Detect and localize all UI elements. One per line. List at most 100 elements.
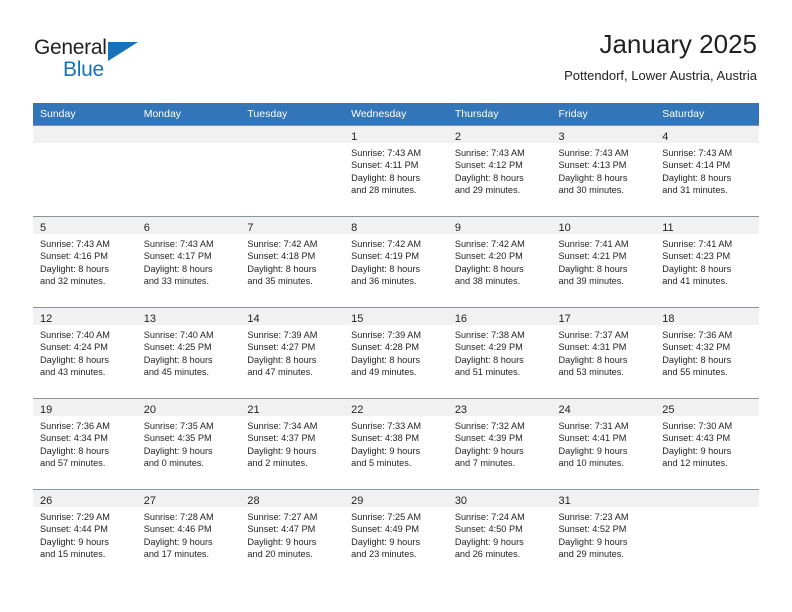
day-detail-line: Sunrise: 7:43 AM <box>558 148 629 158</box>
calendar-day-cell[interactable]: 2 Sunrise: 7:43 AM Sunset: 4:12 PM Daylight… <box>447 125 552 217</box>
day-number: 22 <box>351 404 364 416</box>
day-number-band: 20 <box>136 399 241 416</box>
day-detail-line: and 57 minutes. <box>40 458 106 469</box>
day-detail-line: Sunrise: 7:41 AM <box>558 239 629 249</box>
calendar-day-cell[interactable]: 24 Sunrise: 7:31 AM Sunset: 4:41 PM Dayligh… <box>551 398 656 490</box>
calendar-day-cell[interactable]: 3 Sunrise: 7:43 AM Sunset: 4:13 PM Daylight… <box>551 125 656 217</box>
day-detail-line: Sunset: 4:44 PM <box>40 524 108 535</box>
day-number-band <box>240 126 345 143</box>
calendar-day-cell[interactable]: 15 Sunrise: 7:39 AM Sunset: 4:28 PM Dayligh… <box>344 307 448 399</box>
day-number: 30 <box>454 495 468 507</box>
weekday-header-wednesday: Wednesday <box>344 103 448 126</box>
calendar-day-cell[interactable]: 14 Sunrise: 7:39 AM Sunset: 4:27 PM Dayligh… <box>240 307 345 399</box>
calendar-page: General Blue January 2025 Pottendorf, Lo… <box>0 0 792 612</box>
calendar-day-cell[interactable]: 27 Sunrise: 7:28 AM Sunset: 4:46 PM Dayligh… <box>136 489 241 580</box>
day-detail-line: Sunset: 4:14 PM <box>662 160 731 171</box>
day-number-band: 5 <box>33 217 137 234</box>
day-detail-line: Daylight: 8 hours <box>143 263 213 274</box>
day-number-band: 27 <box>136 490 241 507</box>
day-detail-line: Sunrise: 7:42 AM <box>351 239 422 249</box>
day-number: 16 <box>454 313 468 325</box>
calendar-day-cell[interactable]: 17 Sunrise: 7:37 AM Sunset: 4:31 PM Dayligh… <box>551 307 656 399</box>
day-detail-line: Daylight: 8 hours <box>351 172 421 183</box>
day-detail-line: Sunset: 4:35 PM <box>143 433 212 444</box>
calendar-day-cell[interactable]: 11 Sunrise: 7:41 AM Sunset: 4:23 PM Dayligh… <box>655 216 759 308</box>
day-detail-line: Sunrise: 7:29 AM <box>40 512 110 522</box>
day-detail-line: Daylight: 8 hours <box>143 354 213 365</box>
calendar-day-cell[interactable]: 7 Sunrise: 7:42 AM Sunset: 4:18 PM Daylight… <box>240 216 345 308</box>
calendar-day-cell[interactable]: 8 Sunrise: 7:42 AM Sunset: 4:19 PM Daylight… <box>344 216 448 308</box>
day-details: Sunrise: 7:24 AM Sunset: 4:50 PM Daylight:… <box>448 507 552 561</box>
calendar-day-cell[interactable]: 31 Sunrise: 7:23 AM Sunset: 4:52 PM Dayligh… <box>551 489 656 580</box>
calendar-day-cell[interactable]: 9 Sunrise: 7:42 AM Sunset: 4:20 PM Daylight… <box>447 216 552 308</box>
day-detail-line: Sunset: 4:43 PM <box>662 433 731 444</box>
day-detail-line: and 49 minutes. <box>351 367 417 378</box>
day-detail-line: Sunrise: 7:39 AM <box>351 330 422 340</box>
calendar-day-cell[interactable]: 21 Sunrise: 7:34 AM Sunset: 4:37 PM Dayligh… <box>240 398 345 490</box>
calendar-day-cell[interactable]: 10 Sunrise: 7:41 AM Sunset: 4:21 PM Dayligh… <box>551 216 656 308</box>
day-details: Sunrise: 7:34 AM Sunset: 4:37 PM Daylight:… <box>240 416 344 470</box>
day-number-band: 23 <box>447 399 552 416</box>
day-detail-line: and 20 minutes. <box>247 549 313 560</box>
calendar-day-cell[interactable]: 13 Sunrise: 7:40 AM Sunset: 4:25 PM Dayligh… <box>136 307 241 399</box>
calendar-day-cell[interactable]: 6 Sunrise: 7:43 AM Sunset: 4:17 PM Daylight… <box>136 216 241 308</box>
day-detail-line: Sunset: 4:12 PM <box>454 160 523 171</box>
day-number-band: 9 <box>447 217 552 234</box>
day-detail-line: and 28 minutes. <box>351 185 417 196</box>
calendar-day-cell[interactable]: 28 Sunrise: 7:27 AM Sunset: 4:47 PM Dayligh… <box>240 489 345 580</box>
calendar-day-cell[interactable]: 1 Sunrise: 7:43 AM Sunset: 4:11 PM Daylight… <box>344 125 448 217</box>
day-detail-line: Daylight: 8 hours <box>40 354 109 365</box>
calendar-week-row: 1 Sunrise: 7:43 AM Sunset: 4:11 PM Daylight… <box>33 125 759 217</box>
calendar-day-cell-empty <box>655 489 759 580</box>
day-detail-line: and 31 minutes. <box>662 185 728 196</box>
day-number: 14 <box>247 313 260 325</box>
day-detail-line: Sunset: 4:16 PM <box>40 251 108 262</box>
calendar-day-cell[interactable]: 25 Sunrise: 7:30 AM Sunset: 4:43 PM Dayligh… <box>655 398 759 490</box>
day-detail-line: and 55 minutes. <box>662 367 728 378</box>
calendar-day-cell[interactable]: 30 Sunrise: 7:24 AM Sunset: 4:50 PM Dayligh… <box>447 489 552 580</box>
day-detail-line: Sunrise: 7:35 AM <box>143 421 214 431</box>
day-detail-line: Sunset: 4:13 PM <box>558 160 627 171</box>
day-number-band: 24 <box>551 399 656 416</box>
day-details: Sunrise: 7:36 AM Sunset: 4:34 PM Daylight:… <box>33 416 137 470</box>
day-detail-line: Sunrise: 7:37 AM <box>558 330 629 340</box>
day-number: 3 <box>558 131 565 143</box>
day-detail-line: and 45 minutes. <box>143 367 210 378</box>
day-detail-line: Sunrise: 7:43 AM <box>40 239 110 249</box>
day-detail-line: Daylight: 8 hours <box>558 354 628 365</box>
calendar-day-cell[interactable]: 29 Sunrise: 7:25 AM Sunset: 4:49 PM Dayligh… <box>344 489 448 580</box>
day-detail-line: Sunrise: 7:39 AM <box>247 330 318 340</box>
calendar-day-cell[interactable]: 20 Sunrise: 7:35 AM Sunset: 4:35 PM Dayligh… <box>136 398 241 490</box>
calendar-day-cell[interactable]: 22 Sunrise: 7:33 AM Sunset: 4:38 PM Dayligh… <box>344 398 448 490</box>
calendar-day-cell[interactable]: 26 Sunrise: 7:29 AM Sunset: 4:44 PM Dayligh… <box>33 489 137 580</box>
day-detail-line: Daylight: 8 hours <box>454 172 524 183</box>
day-number-band <box>33 126 137 143</box>
day-number-band: 4 <box>655 126 759 143</box>
day-detail-line: Daylight: 8 hours <box>662 263 732 274</box>
calendar-day-cell[interactable]: 23 Sunrise: 7:32 AM Sunset: 4:39 PM Dayligh… <box>447 398 552 490</box>
day-detail-line: Sunset: 4:34 PM <box>40 433 108 444</box>
brand-logo[interactable]: General Blue <box>34 36 164 82</box>
day-number-band: 30 <box>447 490 552 507</box>
day-detail-line: Sunset: 4:19 PM <box>351 251 420 262</box>
day-details: Sunrise: 7:39 AM Sunset: 4:28 PM Daylight:… <box>344 325 448 379</box>
day-number-band: 13 <box>136 308 241 325</box>
brand-name-blue: Blue <box>63 58 104 81</box>
day-detail-line: Sunset: 4:24 PM <box>40 342 108 353</box>
day-number-band: 14 <box>240 308 345 325</box>
calendar-day-cell-empty <box>33 125 137 217</box>
day-details: Sunrise: 7:37 AM Sunset: 4:31 PM Daylight:… <box>552 325 656 379</box>
day-detail-line: and 12 minutes. <box>662 458 728 469</box>
calendar-grid: Sunday Monday Tuesday Wednesday Thursday… <box>33 103 759 580</box>
calendar-day-cell[interactable]: 5 Sunrise: 7:43 AM Sunset: 4:16 PM Daylight… <box>33 216 137 308</box>
day-details: Sunrise: 7:36 AM Sunset: 4:32 PM Daylight:… <box>655 325 759 379</box>
day-detail-line: and 23 minutes. <box>351 549 417 560</box>
calendar-day-cell[interactable]: 16 Sunrise: 7:38 AM Sunset: 4:29 PM Dayligh… <box>447 307 552 399</box>
day-detail-line: and 51 minutes. <box>454 367 521 378</box>
calendar-day-cell[interactable]: 12 Sunrise: 7:40 AM Sunset: 4:24 PM Dayligh… <box>33 307 137 399</box>
calendar-day-cell[interactable]: 19 Sunrise: 7:36 AM Sunset: 4:34 PM Dayligh… <box>33 398 137 490</box>
calendar-day-cell[interactable]: 18 Sunrise: 7:36 AM Sunset: 4:32 PM Dayligh… <box>655 307 759 399</box>
day-detail-line: Sunrise: 7:32 AM <box>454 421 525 431</box>
calendar-day-cell[interactable]: 4 Sunrise: 7:43 AM Sunset: 4:14 PM Daylight… <box>655 125 759 217</box>
day-number-band: 29 <box>344 490 448 507</box>
